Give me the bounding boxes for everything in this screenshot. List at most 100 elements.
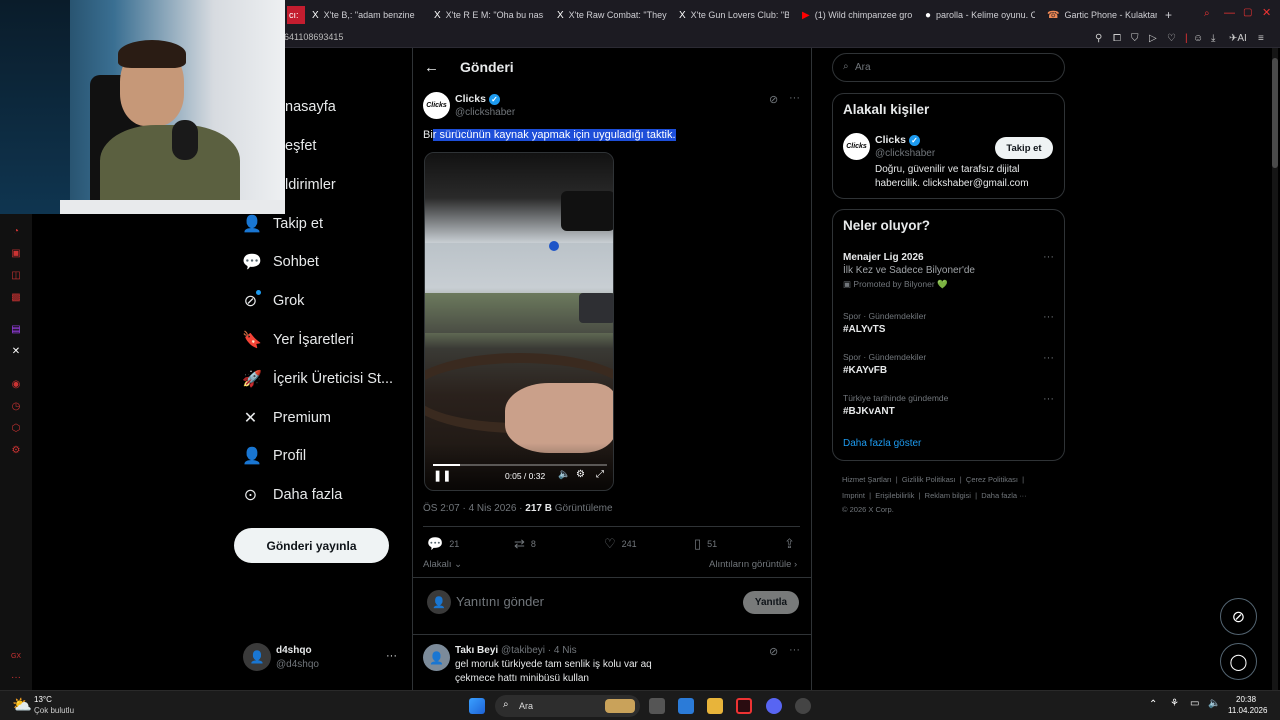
tab-6[interactable]: ● parolla - Kelime oyunu. C: [925, 6, 1035, 24]
grok-float-button[interactable]: ⊘: [1220, 598, 1257, 635]
trend-item[interactable]: Spor · Gündemdekiler #ALYvTS: [843, 311, 926, 335]
back-button[interactable]: ←: [424, 59, 439, 76]
tab-3[interactable]: X X'te Raw Combat: "They: [557, 6, 667, 24]
twitch-icon[interactable]: ▤: [10, 324, 22, 336]
promo-item[interactable]: Menajer Lig 2026 İlk Kez ve Sadece Bilyo…: [843, 252, 1053, 290]
steam-icon[interactable]: [795, 698, 811, 714]
trend-more-icon[interactable]: ···: [1043, 393, 1054, 405]
relevance-dropdown[interactable]: Alakalı ⌄: [423, 559, 462, 570]
tray-chevron-icon[interactable]: ⌃: [1149, 699, 1157, 710]
search-icon[interactable]: ⌕: [1204, 8, 1210, 19]
opera-gx-icon[interactable]: [736, 698, 752, 714]
explorer-icon[interactable]: [707, 698, 723, 714]
reply-button[interactable]: 💬 21: [427, 536, 459, 552]
retweet-button[interactable]: ⇄ 8: [514, 536, 536, 552]
store-icon[interactable]: ▣: [10, 248, 22, 260]
play-icon[interactable]: ▷: [1149, 33, 1157, 44]
scrollbar-thumb[interactable]: [1272, 58, 1278, 168]
opera-icon[interactable]: ◔: [10, 226, 22, 238]
extensions-icon[interactable]: ⬡: [10, 423, 22, 435]
x-logo-icon[interactable]: ✕: [10, 346, 22, 358]
reply-author[interactable]: Takı Beyi: [455, 645, 498, 656]
volume-icon[interactable]: 🔈: [1208, 698, 1220, 709]
network-icon[interactable]: ▭: [1190, 698, 1199, 709]
tweet-handle[interactable]: @clickshaber: [455, 107, 515, 118]
nav-chat[interactable]: 💬 Sohbet: [242, 247, 319, 277]
account-icon[interactable]: ☺: [1193, 33, 1203, 44]
new-tab-button[interactable]: +: [1165, 6, 1179, 24]
account-more-icon[interactable]: ···: [386, 650, 397, 662]
reply-more-icon[interactable]: ···: [789, 644, 800, 656]
footer-links-1[interactable]: Hizmet Şartları | Gizlilik Politikası | …: [842, 475, 1024, 484]
tweet-video[interactable]: ❚❚ 0:05 / 0:32 🔈 ⚙ ⤢: [424, 152, 614, 491]
store-icon[interactable]: [678, 698, 694, 714]
weather-icon[interactable]: ⛅: [12, 695, 32, 715]
nav-explore[interactable]: eşfet: [285, 131, 316, 161]
screenshot-icon[interactable]: ⧠: [1113, 33, 1121, 44]
show-more-link[interactable]: Daha fazla göster: [843, 438, 921, 449]
like-button[interactable]: ♡ 241: [604, 536, 637, 552]
nav-follow[interactable]: 👤 Takip et: [242, 209, 323, 239]
tweet-more-icon[interactable]: ···: [789, 92, 800, 104]
music-icon[interactable]: ▩: [10, 292, 22, 304]
quotes-link[interactable]: Alıntıların görüntüle ›: [709, 559, 797, 570]
trend-more-icon[interactable]: ···: [1043, 251, 1054, 263]
pause-icon[interactable]: ❚❚: [433, 469, 451, 482]
tab-7[interactable]: ☎ Gartic Phone - Kulaktan k: [1047, 6, 1157, 24]
pin-icon[interactable]: ⚲: [1095, 33, 1102, 44]
relevant-user-avatar[interactable]: Clicks: [843, 133, 870, 160]
nav-grok[interactable]: ⊘ Grok: [242, 286, 305, 316]
tab-4[interactable]: X X'te Gun Lovers Club: "B: [679, 6, 789, 24]
minimize-icon[interactable]: —: [1224, 7, 1235, 19]
tab-5[interactable]: ▶ (1) Wild chimpanzee gro: [802, 6, 912, 24]
reply-submit-button[interactable]: Yanıtla: [743, 591, 799, 614]
gx-icon[interactable]: GX: [10, 651, 22, 663]
close-icon[interactable]: ✕: [1262, 6, 1271, 19]
messages-float-button[interactable]: ◯: [1220, 643, 1257, 680]
ai-icon[interactable]: ✈AI: [1229, 33, 1247, 44]
account-switcher[interactable]: 👤: [243, 643, 271, 671]
heart-icon[interactable]: ♡: [1167, 33, 1176, 44]
tray-app-icon[interactable]: ⚘: [1170, 698, 1179, 709]
windows-start-icon[interactable]: [469, 698, 485, 714]
trend-more-icon[interactable]: ···: [1043, 311, 1054, 323]
settings-icon[interactable]: ⚙: [576, 469, 585, 480]
trend-item[interactable]: Spor · Gündemdekiler #KAYvFB: [843, 352, 926, 376]
trend-more-icon[interactable]: ···: [1043, 352, 1054, 364]
volume-icon[interactable]: 🔈: [558, 469, 570, 480]
share-button[interactable]: ⇪: [784, 536, 795, 552]
grok-explain-icon[interactable]: ⊘: [769, 93, 778, 106]
taskbar-search[interactable]: ⌕ Ara: [495, 695, 640, 717]
bookmark-button[interactable]: ▯ 51: [694, 536, 717, 552]
menu-icon[interactable]: ≡: [1258, 33, 1264, 44]
nav-premium[interactable]: ✕ Premium: [242, 403, 331, 433]
reply-input[interactable]: Yanıtını gönder: [456, 594, 544, 609]
follow-button[interactable]: Takip et: [995, 137, 1053, 159]
player-icon[interactable]: ◉: [10, 379, 22, 391]
fullscreen-icon[interactable]: ⤢: [596, 469, 604, 480]
footer-links-2[interactable]: Imprint | Erişilebilirlik | Reklam bilgi…: [842, 491, 1027, 500]
reply-author-avatar[interactable]: 👤: [423, 644, 450, 671]
relevant-user-name[interactable]: Clicks ✓: [875, 134, 920, 146]
tweet-author[interactable]: Clicks ✓: [455, 93, 500, 105]
maximize-icon[interactable]: ▢: [1243, 7, 1252, 18]
tab-1[interactable]: X X'te B,: "adam benzine: [312, 6, 422, 24]
settings-icon[interactable]: ⚙: [10, 445, 22, 457]
video-progress-track[interactable]: [433, 464, 607, 466]
discord-icon[interactable]: [766, 698, 782, 714]
search-input[interactable]: ⌕ Ara: [832, 53, 1065, 82]
download-icon[interactable]: ⤓: [1211, 33, 1215, 44]
nav-profile[interactable]: 👤 Profil: [242, 441, 306, 471]
grok-explain-icon[interactable]: ⊘: [769, 645, 778, 658]
post-button[interactable]: Gönderi yayınla: [234, 528, 389, 563]
history-icon[interactable]: ◷: [10, 401, 22, 413]
tab-0[interactable]: cı:: [287, 6, 305, 24]
nav-bookmarks[interactable]: 🔖 Yer İşaretleri: [242, 325, 354, 355]
shield-icon[interactable]: ⛉: [1131, 33, 1139, 44]
nav-creator-studio[interactable]: 🚀 İçerik Üreticisi St...: [242, 364, 393, 394]
nav-notifications[interactable]: ldirimler: [285, 170, 336, 200]
messenger-icon[interactable]: ◫: [10, 270, 22, 282]
scrollbar[interactable]: [1272, 48, 1278, 690]
task-view-icon[interactable]: [649, 698, 665, 714]
tab-2[interactable]: X X'te R E M: "Oha bu nası: [434, 6, 544, 24]
